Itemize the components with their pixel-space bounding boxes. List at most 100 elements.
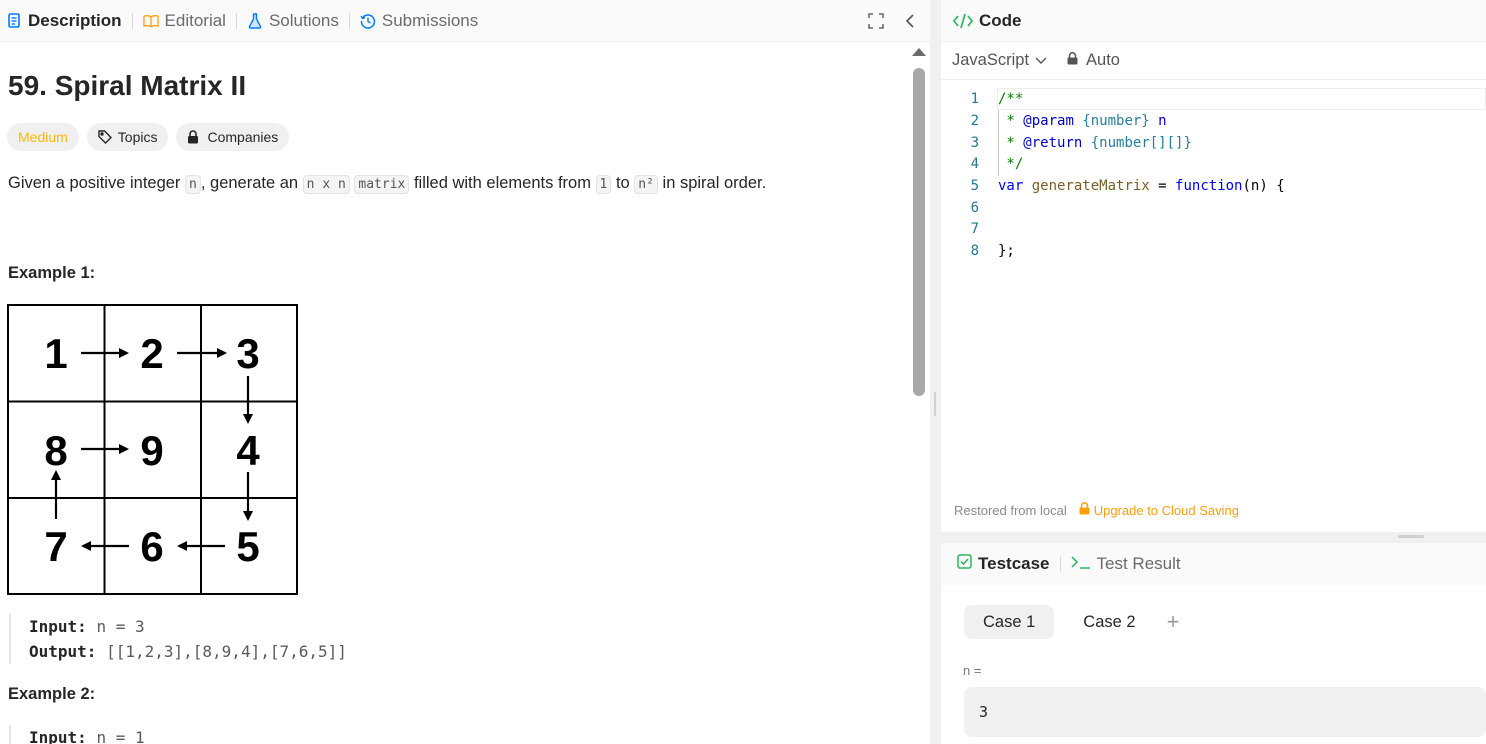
testcase-header: Testcase Test Result: [941, 543, 1486, 585]
line-number: 3: [970, 135, 979, 151]
save-status: Restored from local Upgrade to Cloud Sav…: [954, 502, 1239, 518]
inline-code: matrix: [354, 175, 410, 194]
vertical-splitter[interactable]: [930, 0, 941, 744]
problem-title: 59. Spiral Matrix II: [8, 70, 247, 101]
add-case-icon[interactable]: +: [1167, 609, 1180, 635]
restored-label: Restored from local: [954, 502, 1067, 518]
horizontal-splitter[interactable]: [1398, 535, 1424, 538]
tab-editorial[interactable]: Editorial: [135, 0, 234, 42]
input-value: n = 3: [96, 617, 145, 636]
case-1-tab[interactable]: Case 1: [964, 605, 1055, 639]
grid-cell: 8: [44, 427, 67, 474]
line-number: 8: [970, 243, 979, 259]
line-number: 5: [970, 178, 979, 194]
code-editor[interactable]: 1 2 3 4 5 6 7 8 /** * @param {number} n …: [941, 88, 1486, 268]
checkbox-icon: [957, 554, 972, 574]
left-tabbar: Description Editorial Solutions Submissi…: [0, 0, 930, 42]
panel-controls: [866, 0, 920, 42]
tab-submissions-label: Submissions: [381, 10, 479, 30]
tab-separator: [131, 12, 133, 29]
description-icon: [6, 13, 22, 29]
grid-cell: 9: [140, 427, 163, 474]
collapse-icon[interactable]: [900, 11, 920, 31]
lock-icon: [187, 130, 201, 144]
output-value: [[1,2,3],[8,9,4],[7,6,5]]: [106, 642, 347, 661]
desc-text: in spiral order.: [657, 174, 767, 192]
line-number: 7: [970, 221, 979, 237]
line-number: 6: [970, 200, 979, 216]
topics-label: Topics: [117, 129, 158, 145]
grid-cell: 5: [236, 523, 259, 570]
tab-separator: [1059, 556, 1061, 572]
history-icon: [360, 13, 376, 29]
code-icon: [953, 13, 973, 29]
code-line: * @param {number} n: [998, 113, 1167, 129]
tab-separator: [235, 12, 237, 29]
scrollbar[interactable]: [909, 42, 929, 744]
code-line: */: [998, 156, 1024, 172]
input-label: Input:: [29, 728, 87, 744]
companies-button[interactable]: Companies: [176, 123, 290, 151]
code-panel: Code JavaScript Auto 1 2 3 4 5 6 7 8 /**…: [941, 0, 1486, 532]
auto-mode[interactable]: Auto: [1067, 51, 1120, 70]
desc-text: to: [611, 174, 635, 192]
inline-code: n x n: [302, 175, 350, 194]
output-label: Output:: [29, 642, 97, 661]
tab-separator: [348, 12, 350, 29]
scrollbar-thumb[interactable]: [913, 68, 925, 396]
tab-solutions[interactable]: Solutions: [239, 0, 347, 42]
fullscreen-icon[interactable]: [866, 11, 886, 31]
description-content: 59. Spiral Matrix II Medium Topics Compa…: [0, 42, 906, 744]
topics-button[interactable]: Topics: [86, 123, 169, 151]
param-label: n =: [963, 663, 982, 678]
grid-cell: 4: [236, 427, 260, 474]
language-label: JavaScript: [952, 51, 1030, 69]
code-line: * @return {number[][]}: [998, 135, 1192, 151]
editor-toolbar: JavaScript Auto: [941, 42, 1486, 80]
example-2-heading: Example 2:: [8, 685, 96, 703]
companies-label: Companies: [207, 129, 279, 145]
testcase-panel: Testcase Test Result Case 1 Case 2 + n =…: [941, 543, 1486, 744]
inline-code: 1: [595, 175, 612, 194]
splitter-grip: [934, 392, 936, 416]
tab-testcase-label: Testcase: [978, 554, 1050, 573]
spiral-matrix-figure: 1 2 3 8 9 4 7 6 5: [7, 304, 298, 595]
input-label: Input:: [29, 617, 87, 636]
tab-submissions[interactable]: Submissions: [352, 0, 486, 42]
language-select[interactable]: JavaScript: [952, 51, 1047, 70]
param-input[interactable]: 3: [964, 687, 1486, 737]
inline-code: n²: [634, 175, 658, 194]
code-panel-header: Code: [941, 0, 1486, 42]
grid-cell: 3: [236, 330, 259, 377]
scroll-up-icon[interactable]: [912, 48, 926, 56]
inline-code: n: [185, 175, 201, 194]
line-number: 4: [970, 156, 979, 172]
difficulty-badge: Medium: [7, 123, 79, 151]
example-2-io: Input: n = 1: [9, 725, 145, 744]
lock-icon: [1079, 502, 1090, 518]
grid-cell: 2: [140, 330, 163, 377]
tab-test-result[interactable]: Test Result: [1070, 554, 1181, 574]
tab-description[interactable]: Description: [0, 0, 130, 42]
desc-text: Given a positive integer: [8, 174, 186, 192]
auto-label: Auto: [1086, 51, 1120, 69]
grid-cell: 6: [140, 523, 163, 570]
code-line: };: [998, 243, 1015, 259]
grid-cell: 1: [44, 330, 67, 377]
terminal-icon: [1070, 554, 1091, 574]
current-line-highlight: [997, 88, 1486, 110]
tab-test-result-label: Test Result: [1096, 554, 1181, 573]
code-line: /**: [998, 91, 1024, 107]
code-line: var generateMatrix = function(n) {: [998, 178, 1285, 194]
upgrade-link[interactable]: Upgrade to Cloud Saving: [1079, 502, 1239, 518]
case-tabs: Case 1 Case 2 +: [964, 605, 1179, 639]
tag-icon: [98, 130, 112, 144]
tab-editorial-label: Editorial: [164, 10, 226, 30]
tab-testcase[interactable]: Testcase: [957, 554, 1050, 574]
chevron-down-icon: [1035, 51, 1047, 70]
input-value: n = 1: [96, 728, 145, 744]
grid-cell: 7: [44, 523, 67, 570]
case-2-tab[interactable]: Case 2: [1064, 605, 1154, 639]
example-1-heading: Example 1:: [8, 264, 96, 282]
desc-text: , generate an: [200, 174, 303, 192]
